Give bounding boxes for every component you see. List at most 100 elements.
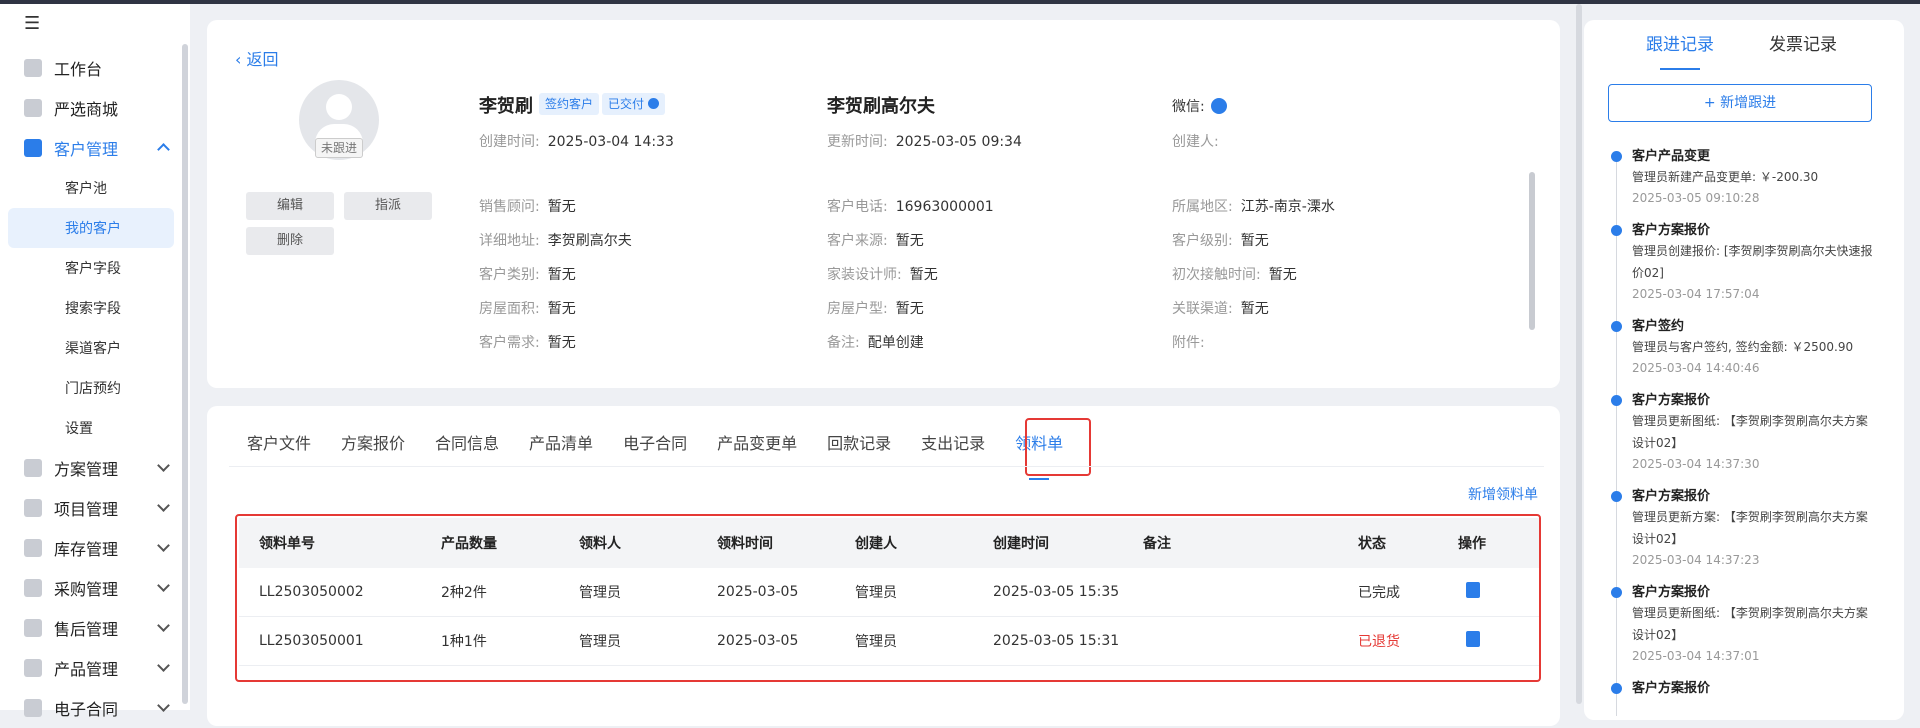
timeline-time: 2025-03-04 14:40:46 — [1632, 361, 1760, 375]
column-header: 产品数量 — [441, 536, 497, 552]
customer-name: 李贺刷 — [479, 96, 533, 117]
back-label: 返回 — [246, 50, 279, 69]
sidebar-item-contract[interactable]: 电子合同 — [0, 688, 182, 728]
sidebar-subitem-booking[interactable]: 门店预约 — [0, 368, 182, 408]
cell-action — [1438, 582, 1518, 602]
delete-button[interactable]: 删除 — [246, 227, 334, 255]
sidebar-subitem-settings[interactable]: 设置 — [0, 408, 182, 448]
sidebar-item-mall[interactable]: 严选商城 — [0, 88, 182, 128]
field-label: 房屋面积: — [479, 301, 540, 317]
info-scrollbar[interactable] — [1529, 172, 1535, 330]
field-label: 客户需求: — [479, 335, 540, 351]
wechat-icon[interactable] — [1210, 98, 1227, 114]
view-detail-icon[interactable] — [1466, 582, 1480, 598]
active-tab-highlight — [1025, 418, 1091, 476]
timeline-dot-icon — [1611, 321, 1622, 332]
inventory-icon — [24, 539, 42, 557]
cell-receiver: 管理员 — [579, 634, 621, 650]
column-header: 领料单号 — [259, 536, 315, 552]
timeline-item: 客户方案报价 管理员更新方案: 【李贺刷李贺刷高尔夫方案设计02】 2025-03-… — [1608, 488, 1878, 570]
project-name: 李贺刷高尔夫 — [827, 96, 935, 117]
cell-date: 2025-03-05 — [717, 633, 799, 649]
timeline-time: 2025-03-04 14:37:30 — [1632, 457, 1760, 471]
column-header: 创建人 — [855, 536, 897, 552]
timeline-dot-icon — [1611, 587, 1622, 598]
sidebar-item-purchase[interactable]: 采购管理 — [0, 568, 182, 608]
sidebar-item-customer[interactable]: 客户管理 — [0, 128, 182, 168]
sidebar-item-product[interactable]: 产品管理 — [0, 648, 182, 688]
timeline-title: 客户方案报价 — [1632, 393, 1711, 408]
customer-info-card: ‹ 返回 未跟进 编辑 指派 删除 李贺刷 签约客户 已交付 李贺刷高尔夫 微信… — [207, 20, 1560, 388]
column-header: 领料人 — [579, 536, 621, 552]
cell-creator: 管理员 — [855, 634, 897, 650]
field-first-contact: 初次接触时间: 暂无 — [1172, 264, 1297, 284]
field-label: 初次接触时间: — [1172, 267, 1261, 283]
add-material-requisition-button[interactable]: 新增领料单 — [1468, 484, 1538, 504]
updated-time: 更新时间: 2025-03-05 09:34 — [827, 131, 1022, 151]
created-time: 创建时间: 2025-03-04 14:33 — [479, 131, 674, 151]
timeline-item: 客户方案报价 管理员更新图纸: 【李贺刷李贺刷高尔夫方案设计02】 2025-03-… — [1608, 392, 1878, 474]
timeline-time: 2025-03-04 14:37:23 — [1632, 553, 1760, 567]
sidebar-subitem-channel[interactable]: 渠道客户 — [0, 328, 182, 368]
timeline-item: 客户方案报价 — [1608, 680, 1878, 698]
sidebar-item-aftersales[interactable]: 售后管理 — [0, 608, 182, 648]
field-region: 所属地区: 江苏-南京-溧水 — [1172, 196, 1335, 216]
tab-follow-records[interactable]: 跟进记录 — [1646, 30, 1714, 70]
timeline-dot-icon — [1611, 225, 1622, 236]
timeline-time: 2025-03-04 14:37:01 — [1632, 649, 1760, 663]
sidebar-subitem-pool[interactable]: 客户池 — [0, 168, 182, 208]
creator-label: 创建人: — [1172, 134, 1219, 150]
chevron-down-icon — [157, 579, 170, 592]
wechat-label: 微信: — [1172, 99, 1205, 115]
table-row[interactable]: LL2503050002 2种2件 管理员 2025-03-05 管理员 202… — [239, 568, 1539, 617]
purchase-icon — [24, 579, 42, 597]
sidebar-item-label: 方案管理 — [54, 460, 119, 479]
back-link[interactable]: ‹ 返回 — [235, 46, 279, 70]
assign-button[interactable]: 指派 — [344, 192, 432, 220]
sidebar-item-inventory[interactable]: 库存管理 — [0, 528, 182, 568]
tab-invoice-records[interactable]: 发票记录 — [1769, 30, 1837, 60]
chevron-down-icon — [157, 619, 170, 632]
sidebar-scrollbar[interactable] — [182, 44, 188, 704]
main-scrollbar[interactable] — [1576, 4, 1582, 704]
sidebar-subitem-my-customers[interactable]: 我的客户 — [8, 208, 174, 248]
view-detail-icon[interactable] — [1466, 631, 1480, 647]
timeline-time: 2025-03-04 17:57:04 — [1632, 287, 1760, 301]
timeline-desc: 管理员创建报价: [李贺刷李贺刷高尔夫快速报价02] — [1632, 244, 1873, 280]
sidebar-item-plan[interactable]: 方案管理 — [0, 448, 182, 488]
mall-icon — [24, 99, 42, 117]
field-source: 客户来源: 暂无 — [827, 230, 924, 250]
sidebar: ☰ 工作台 严选商城 客户管理 客户池 我的客户 客户字段 搜索字段 渠道客户 … — [0, 4, 190, 719]
table-row[interactable]: LL2503050001 1种1件 管理员 2025-03-05 管理员 202… — [239, 617, 1539, 666]
column-header: 操作 — [1458, 536, 1486, 552]
sidebar-item-label: 采购管理 — [54, 580, 119, 599]
avatar-head-icon — [326, 94, 352, 120]
signed-customer-tag: 签约客户 — [539, 93, 600, 115]
timeline-title: 客户方案报价 — [1632, 585, 1711, 600]
column-header: 创建时间 — [993, 536, 1049, 552]
add-follow-button[interactable]: + 新增跟进 — [1608, 84, 1872, 122]
field-attachment: 附件: — [1172, 332, 1213, 352]
field-label: 家装设计师: — [827, 267, 902, 283]
edit-button[interactable]: 编辑 — [246, 192, 334, 220]
timeline-title: 客户方案报价 — [1632, 681, 1711, 696]
field-label: 客户来源: — [827, 233, 888, 249]
field-label: 客户电话: — [827, 199, 888, 215]
menu-collapse-icon[interactable]: ☰ — [24, 15, 44, 33]
sidebar-item-label: 售后管理 — [54, 620, 119, 639]
sidebar-subitem-fields[interactable]: 客户字段 — [0, 248, 182, 288]
field-value: 李贺刷高尔夫 — [547, 233, 632, 249]
right-panel: 跟进记录 发票记录 + 新增跟进 客户产品变更 管理员新建产品变更单: ￥-200… — [1584, 20, 1904, 720]
cell-receiver: 管理员 — [579, 585, 621, 601]
chevron-up-icon — [157, 143, 170, 156]
sidebar-item-workbench[interactable]: 工作台 — [0, 48, 182, 88]
timeline-item: 客户方案报价 管理员创建报价: [李贺刷李贺刷高尔夫快速报价02] 2025-03-… — [1608, 222, 1878, 304]
aftersales-icon — [24, 619, 42, 637]
field-value: 暂无 — [547, 335, 576, 351]
sidebar-item-label: 产品管理 — [54, 660, 119, 679]
field-label: 关联渠道: — [1172, 301, 1233, 317]
sidebar-subitem-search-fields[interactable]: 搜索字段 — [0, 288, 182, 328]
sidebar-item-project[interactable]: 项目管理 — [0, 488, 182, 528]
top-bar — [0, 0, 1920, 4]
chevron-down-icon — [157, 459, 170, 472]
